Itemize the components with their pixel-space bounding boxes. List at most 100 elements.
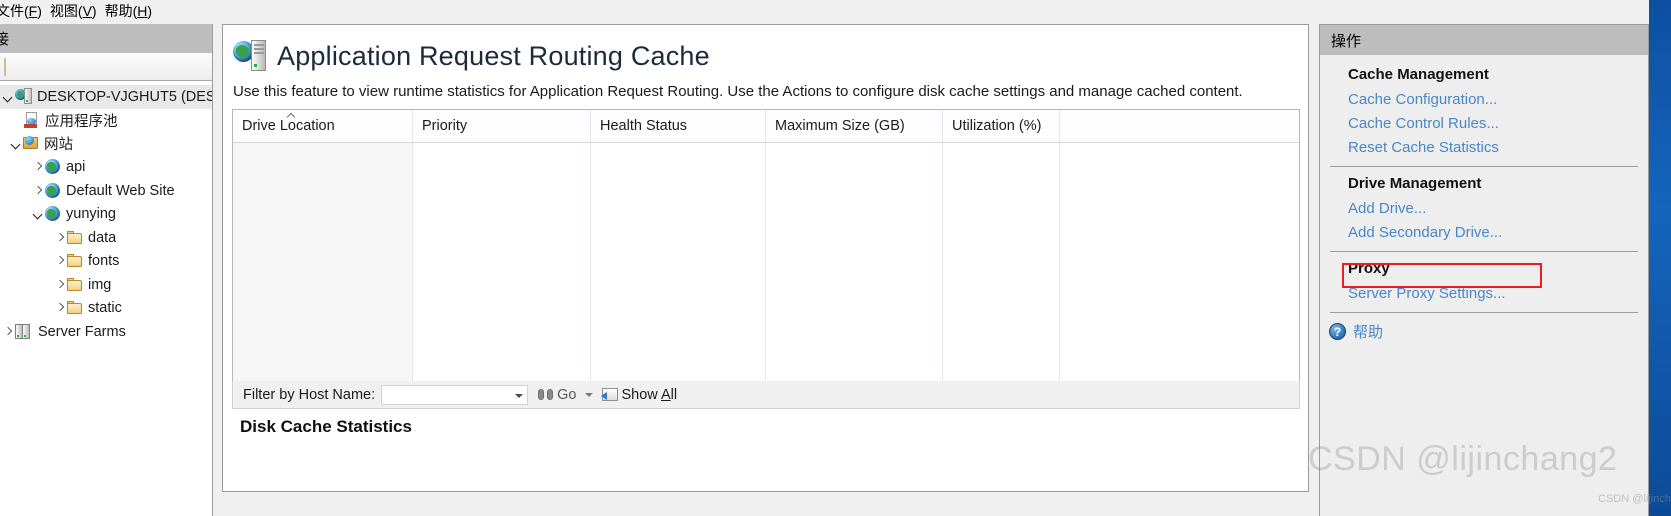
tree-node-data[interactable]: data xyxy=(0,226,212,250)
connections-tree[interactable]: DESKTOP-VJGHUT5 (DESK 应用程序池 网站 xyxy=(0,81,212,344)
show-all-icon xyxy=(602,388,618,401)
go-dropdown-arrow-icon[interactable] xyxy=(585,393,593,397)
column-header-maximum-size[interactable]: Maximum Size (GB) xyxy=(766,110,943,142)
show-all-button[interactable]: Show All xyxy=(602,387,678,403)
chevron-right-icon[interactable] xyxy=(54,255,67,268)
go-button-label: Go xyxy=(557,387,576,403)
iis-manager-window: 文件(F) 视图(V) 帮助(H) 接 DESKTOP-VJGHUT5 (DES… xyxy=(0,0,1671,516)
action-reset-cache-statistics[interactable]: Reset Cache Statistics xyxy=(1320,136,1648,160)
column-header-label: Maximum Size (GB) xyxy=(775,118,905,134)
menu-item-file-label: 文件 xyxy=(0,3,24,19)
menu-item-view[interactable]: 视图(V) xyxy=(50,0,111,22)
tree-node-server-farms[interactable]: Server Farms xyxy=(0,320,212,344)
app-pool-icon xyxy=(24,112,40,128)
column-header-health-status[interactable]: Health Status xyxy=(591,110,766,142)
menu-bar: 文件(F) 视图(V) 帮助(H) xyxy=(0,0,1671,22)
folder-icon xyxy=(67,231,83,245)
binoculars-icon xyxy=(538,389,553,401)
tree-node-sites[interactable]: 网站 xyxy=(0,132,212,156)
column-header-label: Drive Location xyxy=(242,118,335,134)
website-icon xyxy=(45,206,61,222)
desktop-background-strip xyxy=(1649,0,1671,516)
menu-item-view-label: 视图 xyxy=(50,3,78,19)
connections-toolbar[interactable] xyxy=(0,54,212,81)
chevron-down-icon[interactable] xyxy=(10,137,23,150)
help-icon: ? xyxy=(1329,323,1346,340)
action-server-proxy-settings[interactable]: Server Proxy Settings... xyxy=(1320,282,1648,306)
grid-column-body-priority xyxy=(413,143,591,381)
chevron-down-icon[interactable] xyxy=(515,394,523,398)
tree-node-label: img xyxy=(88,277,111,293)
actions-divider xyxy=(1330,312,1638,313)
chevron-right-icon[interactable] xyxy=(54,231,67,244)
tree-node-desktop-vjghut5[interactable]: DESKTOP-VJGHUT5 (DESK xyxy=(0,85,212,109)
tree-node-label: fonts xyxy=(88,253,119,269)
watermark: CSDN @lijinchang2 xyxy=(1308,440,1617,479)
chevron-down-icon[interactable] xyxy=(32,208,45,221)
menu-item-view-accel: V xyxy=(83,3,92,19)
tree-node-label: data xyxy=(88,230,116,246)
tree-node-default-web-site[interactable]: Default Web Site xyxy=(0,179,212,203)
action-help[interactable]: ? 帮助 xyxy=(1320,321,1648,342)
tree-node-label: Server Farms xyxy=(38,324,126,340)
menu-item-help-accel: H xyxy=(137,3,147,19)
actions-divider xyxy=(1330,166,1638,167)
website-icon xyxy=(45,183,61,199)
folder-icon xyxy=(67,278,83,292)
column-header-utilization[interactable]: Utilization (%) xyxy=(943,110,1060,142)
cache-drives-grid[interactable]: Drive Location Priority Health Status Ma… xyxy=(232,109,1300,381)
tree-node-img[interactable]: img xyxy=(0,273,212,297)
tree-node-label: 网站 xyxy=(44,133,73,154)
page-description: Use this feature to view runtime statist… xyxy=(223,75,1308,100)
action-cache-control-rules[interactable]: Cache Control Rules... xyxy=(1320,112,1648,136)
column-header-drive-location[interactable]: Drive Location xyxy=(233,110,413,142)
chevron-right-icon[interactable] xyxy=(54,302,67,315)
column-header-label: Health Status xyxy=(600,118,687,134)
column-header-filler xyxy=(1060,110,1299,142)
column-header-label: Priority xyxy=(422,118,467,134)
watermark-small: CSDN @lijinchang2 xyxy=(1598,493,1671,505)
tree-node-label: 应用程序池 xyxy=(45,110,118,131)
tree-node-label: static xyxy=(88,300,122,316)
tree-node-fonts[interactable]: fonts xyxy=(0,250,212,274)
tree-node-label: Default Web Site xyxy=(66,183,175,199)
chevron-right-icon[interactable] xyxy=(54,278,67,291)
chevron-right-icon[interactable] xyxy=(2,325,15,338)
filter-bar: Filter by Host Name: Go Show All xyxy=(232,381,1300,409)
grid-column-body-maximum-size xyxy=(766,143,943,381)
tree-node-static[interactable]: static xyxy=(0,297,212,321)
server-farm-icon xyxy=(15,324,33,340)
website-icon xyxy=(45,159,61,175)
go-button[interactable]: Go xyxy=(538,387,576,403)
column-header-priority[interactable]: Priority xyxy=(413,110,591,142)
action-add-drive[interactable]: Add Drive... xyxy=(1320,197,1648,221)
action-help-label: 帮助 xyxy=(1353,321,1383,342)
connections-pane-title: 接 xyxy=(0,28,9,49)
filter-host-name-input[interactable] xyxy=(381,385,528,405)
actions-list: Cache Management Cache Configuration... … xyxy=(1320,55,1648,342)
chevron-right-icon[interactable] xyxy=(32,161,45,174)
chevron-down-icon[interactable] xyxy=(2,90,15,103)
menu-item-file[interactable]: 文件(F) xyxy=(0,0,56,22)
folder-icon xyxy=(67,254,83,268)
action-group-drive-management: Drive Management xyxy=(1320,173,1648,197)
tree-node-app-pools[interactable]: 应用程序池 xyxy=(0,109,212,133)
text-cursor-icon xyxy=(4,58,6,76)
sites-folder-icon xyxy=(23,136,39,151)
action-cache-configuration[interactable]: Cache Configuration... xyxy=(1320,88,1648,112)
action-group-proxy: Proxy xyxy=(1320,258,1648,282)
tree-node-yunying[interactable]: yunying xyxy=(0,203,212,227)
action-group-cache-management: Cache Management xyxy=(1320,64,1648,88)
sort-ascending-icon xyxy=(288,112,295,116)
filter-label: Filter by Host Name: xyxy=(233,387,375,403)
tree-node-label: api xyxy=(66,159,85,175)
action-add-secondary-drive[interactable]: Add Secondary Drive... xyxy=(1320,221,1648,245)
chevron-right-icon[interactable] xyxy=(32,184,45,197)
server-icon xyxy=(15,88,32,105)
tree-node-api[interactable]: api xyxy=(0,156,212,180)
grid-column-body-drive-location xyxy=(233,143,413,381)
grid-column-body-health-status xyxy=(591,143,766,381)
actions-pane-header: 操作 xyxy=(1320,25,1648,55)
menu-item-help[interactable]: 帮助(H) xyxy=(105,0,166,22)
actions-divider xyxy=(1330,251,1638,252)
